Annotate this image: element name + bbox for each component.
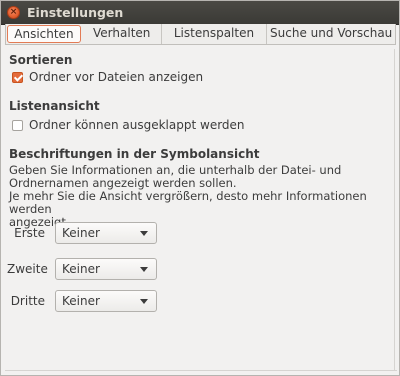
expandable-folders-label[interactable]: Ordner können ausgeklappt werden: [29, 118, 245, 132]
expandable-folders-checkbox[interactable]: [12, 119, 23, 131]
folders-first-label[interactable]: Ordner vor Dateien anzeigen: [29, 70, 203, 84]
window-title: Einstellungen: [27, 5, 124, 20]
caption-first-dropdown[interactable]: Keiner: [55, 222, 157, 244]
icon-captions-description: Geben Sie Informationen an, die unterhal…: [9, 164, 394, 229]
description-line-3: Je mehr Sie die Ansicht vergrößern, dest…: [9, 189, 367, 216]
caption-second-label: Zweite: [7, 262, 48, 276]
caption-row-third: Dritte Keiner: [7, 290, 157, 312]
caption-row-first: Erste Keiner: [7, 222, 157, 244]
folders-first-option[interactable]: Ordner vor Dateien anzeigen: [12, 70, 203, 84]
caption-second-value: Keiner: [62, 262, 100, 276]
caption-first-label: Erste: [14, 226, 45, 240]
chevron-down-icon: [140, 267, 148, 272]
panel-bottom-border: [5, 370, 397, 371]
tab-bar: Ansichten Verhalten Listenspalten Suche …: [5, 24, 396, 45]
chevron-down-icon: [140, 231, 148, 236]
close-icon[interactable]: ×: [7, 6, 20, 19]
preferences-window: × Einstellungen Ansichten Verhalten List…: [0, 0, 400, 376]
caption-third-dropdown[interactable]: Keiner: [55, 290, 157, 312]
panel-right-border: [394, 49, 395, 371]
caption-third-value: Keiner: [62, 294, 100, 308]
tab-verhalten[interactable]: Verhalten: [83, 24, 162, 44]
expandable-folders-option[interactable]: Ordner können ausgeklappt werden: [12, 118, 245, 132]
chevron-down-icon: [140, 299, 148, 304]
caption-second-dropdown[interactable]: Keiner: [55, 258, 157, 280]
title-bar[interactable]: × Einstellungen: [1, 1, 399, 25]
caption-row-second: Zweite Keiner: [7, 258, 157, 280]
tab-listenspalten[interactable]: Listenspalten: [162, 24, 268, 44]
sorting-heading: Sortieren: [9, 53, 73, 67]
caption-first-value: Keiner: [62, 226, 100, 240]
tab-ansichten[interactable]: Ansichten: [7, 25, 81, 43]
folders-first-checkbox[interactable]: [12, 71, 23, 83]
list-view-heading: Listenansicht: [9, 99, 100, 113]
tab-suche-und-vorschau[interactable]: Suche und Vorschau: [267, 24, 395, 44]
caption-third-label: Dritte: [10, 294, 45, 308]
icon-captions-heading: Beschriftungen in der Symbolansicht: [9, 147, 260, 161]
